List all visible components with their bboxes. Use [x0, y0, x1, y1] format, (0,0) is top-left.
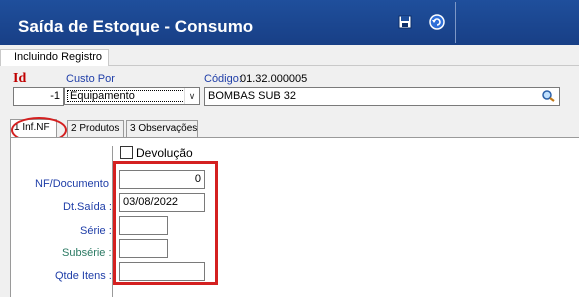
subserie-label: Subsérie :: [62, 247, 112, 259]
codigo-value: 01.32.000005: [240, 73, 308, 85]
undo-button[interactable]: [426, 11, 448, 33]
toolbar-separator: [455, 2, 456, 43]
devolucao-checkbox[interactable]: [120, 146, 133, 159]
codigo-label: Código:: [204, 73, 242, 85]
search-icon[interactable]: [541, 89, 557, 103]
custo-por-label: Custo Por: [66, 73, 115, 85]
id-label: Id: [13, 71, 27, 86]
highlight-rectangle: [113, 161, 218, 285]
codigo-description-field[interactable]: BOMBAS SUB 32: [204, 87, 560, 106]
qtde-itens-label: Qtde Itens :: [55, 270, 112, 282]
save-button[interactable]: [394, 11, 416, 33]
tab-observacoes[interactable]: 3 Observações: [126, 120, 198, 137]
devolucao-label: Devolução: [136, 146, 193, 160]
custo-por-value: Equipamento: [67, 90, 185, 102]
status-tab: Incluindo Registro: [0, 49, 110, 66]
id-field[interactable]: -1: [13, 87, 64, 106]
dt-saida-label: Dt.Saída :: [63, 201, 112, 213]
serie-label: Série :: [80, 225, 112, 237]
nf-documento-label: NF/Documento :: [35, 178, 116, 190]
floppy-disk-icon: [398, 15, 412, 29]
codigo-description: BOMBAS SUB 32: [208, 90, 297, 102]
undo-arrow-icon: [429, 14, 445, 30]
chevron-down-icon[interactable]: ∨: [184, 88, 199, 104]
title-bar: Saída de Estoque - Consumo: [0, 0, 579, 45]
tab-produtos[interactable]: 2 Produtos: [67, 120, 124, 137]
status-bar: Incluindo Registro: [0, 45, 579, 66]
window-title: Saída de Estoque - Consumo: [18, 17, 254, 36]
custo-por-select[interactable]: Equipamento ∨: [64, 87, 200, 105]
